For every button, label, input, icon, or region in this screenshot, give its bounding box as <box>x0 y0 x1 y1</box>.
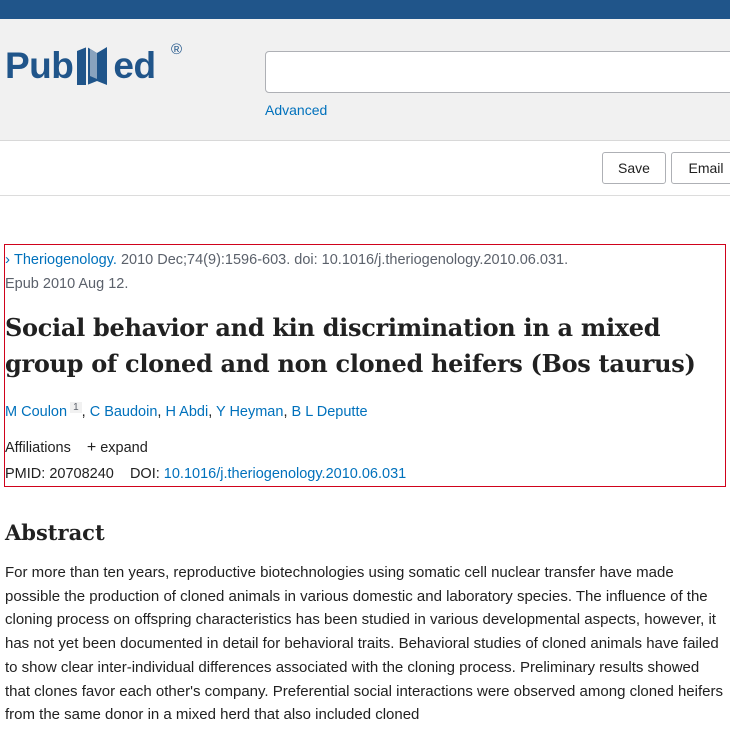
author-link[interactable]: M Coulon <box>5 404 67 420</box>
abstract-text: For more than ten years, reproductive bi… <box>5 564 723 724</box>
pubmed-logo-book-icon <box>73 43 113 94</box>
save-button[interactable]: Save <box>602 152 666 184</box>
epub-date: Epub 2010 Aug 12. <box>5 276 129 292</box>
doi-label: DOI: <box>129 466 160 482</box>
citation-details: 2010 Dec;74(9):1596-603. doi: 10.1016/j.… <box>120 252 569 268</box>
affiliations-label: Affiliations <box>5 440 71 456</box>
article-toolbar: Save Email <box>0 140 730 196</box>
citation: › Theriogenology. 2010 Dec;74(9):1596-603… <box>5 248 725 296</box>
abstract-heading: Abstract <box>5 520 105 545</box>
pubmed-logo[interactable]: Pub ed ® <box>5 41 182 89</box>
email-button[interactable]: Email <box>671 152 730 184</box>
affiliation-marker[interactable]: 1 <box>70 402 82 413</box>
logo-text-left: Pub <box>5 45 74 86</box>
registered-mark: ® <box>171 41 183 58</box>
identifiers: PMID: 20708240 DOI: 10.1016/j.theriogeno… <box>5 466 406 482</box>
advanced-search-link[interactable]: Advanced <box>265 102 327 118</box>
journal-link[interactable]: Theriogenology. <box>14 252 117 268</box>
author-link[interactable]: C Baudoin <box>90 404 158 420</box>
search-input[interactable] <box>265 51 730 93</box>
affiliations: Affiliations + expand <box>5 439 148 457</box>
pmid-value: 20708240 <box>49 466 114 482</box>
logo-text-right: ed <box>113 45 156 86</box>
pmid-label: PMID: <box>5 466 46 482</box>
expand-toggle[interactable]: expand <box>100 440 148 456</box>
article-title: Social behavior and kin discrimination i… <box>5 313 696 378</box>
plus-icon[interactable]: + <box>87 439 96 456</box>
chevron-right-icon[interactable]: › <box>5 251 10 268</box>
author-link[interactable]: B L Deputte <box>292 404 368 420</box>
author-link[interactable]: Y Heyman <box>216 404 283 420</box>
author-link[interactable]: H Abdi <box>165 404 208 420</box>
doi-link[interactable]: 10.1016/j.theriogenology.2010.06.031 <box>164 466 406 482</box>
top-banner <box>0 0 730 19</box>
author-list: M Coulon 1, C Baudoin, H Abdi, Y Heyman, … <box>5 402 368 420</box>
